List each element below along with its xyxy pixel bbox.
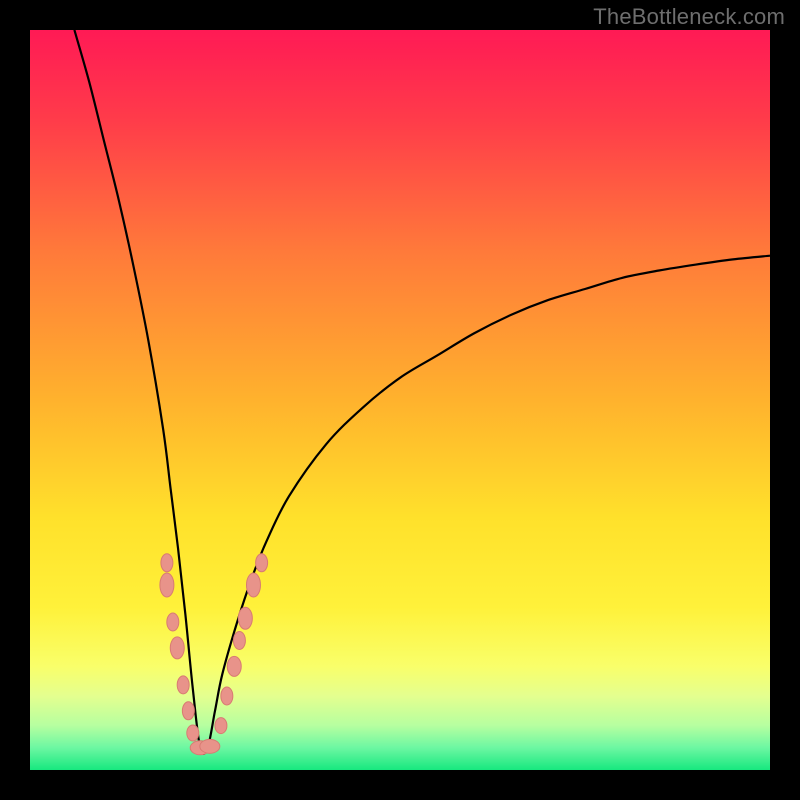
highlight-beads bbox=[160, 554, 268, 755]
marker-bead bbox=[221, 687, 233, 705]
plot-area bbox=[30, 30, 770, 770]
marker-bead bbox=[238, 607, 252, 629]
marker-bead bbox=[161, 554, 173, 572]
marker-bead bbox=[233, 632, 245, 650]
marker-bead bbox=[170, 637, 184, 659]
marker-bead bbox=[187, 725, 199, 741]
marker-bead bbox=[200, 739, 220, 753]
marker-bead bbox=[167, 613, 179, 631]
watermark-text: TheBottleneck.com bbox=[593, 4, 785, 30]
marker-bead bbox=[215, 718, 227, 734]
marker-bead bbox=[246, 573, 260, 597]
marker-bead bbox=[177, 676, 189, 694]
marker-bead bbox=[182, 702, 194, 720]
marker-bead bbox=[160, 573, 174, 597]
marker-bead bbox=[256, 554, 268, 572]
marker-bead bbox=[227, 656, 241, 676]
curve-layer bbox=[30, 30, 770, 770]
chart-frame: TheBottleneck.com bbox=[0, 0, 800, 800]
